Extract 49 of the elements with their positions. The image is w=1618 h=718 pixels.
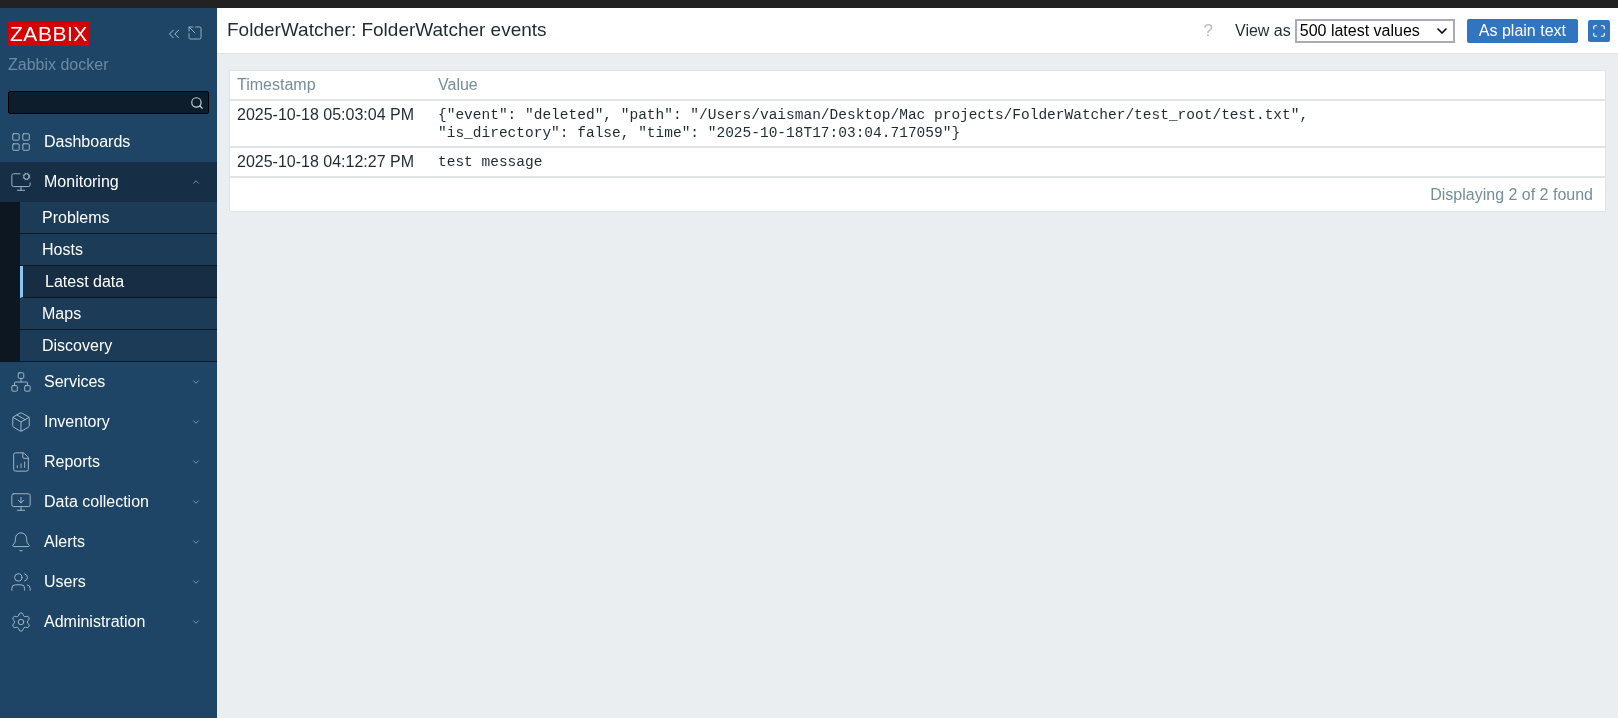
menu-item[interactable]: Users <box>0 562 217 602</box>
report-icon <box>10 451 32 473</box>
settings-icon <box>10 611 32 633</box>
submenu-item[interactable]: Problems <box>20 202 217 234</box>
menu-item[interactable]: Inventory <box>0 402 217 442</box>
menu-item[interactable]: Data collection <box>0 482 217 522</box>
logo[interactable]: ZABBIX <box>8 22 90 46</box>
monitor-icon <box>10 171 32 193</box>
plain-text-button[interactable]: As plain text <box>1466 18 1578 43</box>
chevron-down-icon <box>191 577 201 587</box>
chevron-down-icon <box>191 457 201 467</box>
users-icon <box>10 571 32 593</box>
grid-icon <box>10 131 32 153</box>
column-header[interactable]: Timestamp <box>230 73 438 97</box>
box-icon <box>10 411 32 433</box>
value-cell-text: test message <box>438 153 543 172</box>
chevron-down-icon <box>191 377 201 387</box>
view-as-dropdown[interactable]: 500 latest values <box>1294 18 1455 43</box>
timestamp-cell-text: 2025-10-18 05:03:04 PM <box>236 105 415 125</box>
chevron-down-icon <box>191 537 201 547</box>
search-field[interactable] <box>8 91 209 114</box>
bell-icon <box>10 531 32 553</box>
kiosk-icon[interactable] <box>187 25 203 41</box>
menu-item[interactable]: Monitoring <box>0 162 217 202</box>
search-icon[interactable] <box>190 95 204 110</box>
chevron-up-icon <box>191 177 201 187</box>
chevron-down-icon <box>191 497 201 507</box>
page-title: FolderWatcher: FolderWatcher events <box>227 18 548 43</box>
menu-item[interactable]: Administration <box>0 602 217 642</box>
hierarchy-icon <box>10 371 32 393</box>
timestamp-cell-text: 2025-10-18 04:12:27 PM <box>236 152 415 172</box>
submenu-item[interactable]: Maps <box>20 298 217 330</box>
fullscreen-icon <box>1592 23 1606 38</box>
server-name: Zabbix docker <box>7 55 110 75</box>
menu-item[interactable]: Alerts <box>0 522 217 562</box>
chevron-down-icon <box>191 417 201 427</box>
results-count: Displaying 2 of 2 found <box>1430 184 1593 205</box>
download-icon <box>10 491 32 513</box>
menu-item[interactable]: Dashboards <box>0 122 217 162</box>
submenu-item[interactable]: Discovery <box>20 330 217 362</box>
chevron-down-icon <box>191 617 201 627</box>
value-cell-text: {"event": "deleted", "path": "/Users/vaisman/Desktop/Mac projects/FolderWatcher/test_root/test.txt", "is_directory": false, "time": "2025-10-18T17:03:04.717059"} <box>438 106 1309 142</box>
menu-item[interactable]: Services <box>0 362 217 402</box>
column-header[interactable]: Value <box>438 73 478 97</box>
submenu-item[interactable]: Latest data <box>20 266 217 298</box>
menu-item[interactable]: Reports <box>0 442 217 482</box>
submenu-item[interactable]: Hosts <box>20 234 217 266</box>
fullscreen-button[interactable] <box>1588 19 1610 42</box>
view-as-label: View as <box>1235 20 1291 41</box>
